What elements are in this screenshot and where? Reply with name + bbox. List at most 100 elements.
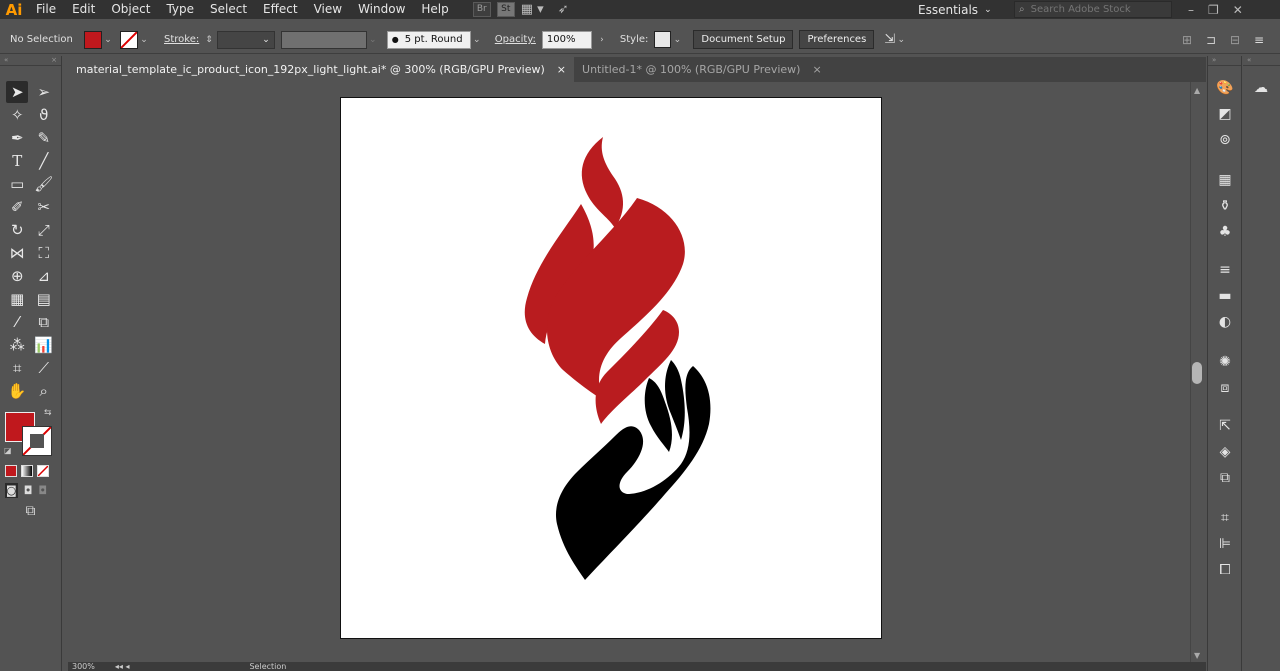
screen-mode-icon[interactable]: ⧉ bbox=[26, 503, 36, 519]
profile-dropdown-icon[interactable]: ⌄ bbox=[367, 35, 379, 45]
symbol-sprayer-tool-icon[interactable]: ⁂ bbox=[6, 334, 28, 356]
workspace-switcher[interactable]: Essentials ⌄ bbox=[918, 0, 992, 19]
close-tab-icon[interactable]: × bbox=[557, 63, 566, 76]
tab-material-template[interactable]: material_template_ic_product_icon_192px_… bbox=[68, 57, 575, 82]
style-dropdown-icon[interactable]: ⌄ bbox=[671, 35, 683, 45]
scale-tool-icon[interactable]: ⤢ bbox=[33, 219, 55, 241]
artboard[interactable] bbox=[340, 97, 882, 639]
stroke-panel-icon[interactable]: ≡ bbox=[1213, 260, 1237, 280]
close-icon[interactable]: × bbox=[51, 56, 57, 65]
none-mode-icon[interactable] bbox=[37, 465, 49, 477]
magic-wand-tool-icon[interactable]: ✧ bbox=[6, 104, 28, 126]
column-graph-tool-icon[interactable]: 📊 bbox=[33, 334, 55, 356]
arrange-documents-icon[interactable]: ▦ ▾ bbox=[521, 2, 544, 17]
shaper-tool-icon[interactable]: ✐ bbox=[6, 196, 28, 218]
panel-dock-secondary-grip[interactable]: « bbox=[1243, 56, 1280, 66]
opacity-label[interactable]: Opacity: bbox=[489, 34, 542, 45]
layers-panel-icon[interactable]: ◈ bbox=[1213, 442, 1237, 462]
brush-definition-field[interactable]: ● 5 pt. Round bbox=[386, 30, 471, 49]
color-panel-icon[interactable]: 🎨 bbox=[1213, 78, 1237, 98]
collapse-icon[interactable]: « bbox=[1247, 56, 1251, 65]
scissors-tool-icon[interactable]: ✂ bbox=[33, 196, 55, 218]
color-guide-icon[interactable]: ◩ bbox=[1213, 104, 1237, 124]
scroll-up-icon[interactable]: ▲ bbox=[1194, 86, 1200, 95]
graphic-styles-panel-icon[interactable]: ⧈ bbox=[1213, 378, 1237, 398]
artboards-panel-icon[interactable]: ⧉ bbox=[1213, 468, 1237, 488]
asset-export-panel-icon[interactable]: ⇱ bbox=[1213, 416, 1237, 436]
default-fill-stroke-icon[interactable]: ◪ bbox=[4, 446, 12, 455]
menu-edit[interactable]: Edit bbox=[64, 0, 103, 19]
gradient-panel-icon[interactable]: ▬ bbox=[1213, 286, 1237, 306]
variable-width-profile[interactable] bbox=[280, 30, 367, 49]
search-stock-input[interactable] bbox=[1030, 4, 1161, 15]
pathfinder-panel-icon[interactable]: ⧠ bbox=[1213, 560, 1237, 580]
graphic-style-swatch[interactable] bbox=[654, 31, 672, 48]
align-panel-icon[interactable]: ⊫ bbox=[1213, 534, 1237, 554]
stroke-stepper-icon[interactable]: ⇕ bbox=[205, 35, 213, 45]
gpu-performance-icon[interactable]: ➶ bbox=[558, 2, 569, 17]
arrange-dropdown-icon[interactable]: ⌄ bbox=[895, 35, 907, 45]
free-transform-tool-icon[interactable]: ⛶ bbox=[33, 242, 55, 264]
creative-cloud-libraries-icon[interactable]: ☁ bbox=[1249, 78, 1273, 98]
bridge-button[interactable]: Br bbox=[472, 2, 491, 17]
menu-file[interactable]: File bbox=[28, 0, 64, 19]
scroll-down-icon[interactable]: ▼ bbox=[1194, 651, 1200, 660]
draw-normal-icon[interactable]: ◙ bbox=[5, 482, 18, 498]
width-tool-icon[interactable]: ⋈ bbox=[6, 242, 28, 264]
swap-fill-stroke-icon[interactable]: ⇆ bbox=[44, 408, 52, 418]
stock-button[interactable]: St bbox=[496, 2, 515, 17]
brushes-panel-icon[interactable]: ⚱ bbox=[1213, 196, 1237, 216]
menu-help[interactable]: Help bbox=[413, 0, 456, 19]
minimize-icon[interactable]: – bbox=[1188, 3, 1194, 17]
menu-window[interactable]: Window bbox=[350, 0, 413, 19]
arrange-icon[interactable]: ⇲ bbox=[884, 32, 895, 47]
rotate-tool-icon[interactable]: ↻ bbox=[6, 219, 28, 241]
symbols-panel-icon[interactable]: ♣ bbox=[1213, 222, 1237, 242]
close-tab-icon[interactable]: × bbox=[812, 63, 821, 76]
document-setup-button[interactable]: Document Setup bbox=[693, 30, 794, 49]
zoom-level[interactable]: 300% bbox=[72, 662, 95, 671]
panel-dock-grip[interactable]: » bbox=[1208, 56, 1241, 66]
draw-inside-icon[interactable]: ◘ bbox=[38, 484, 47, 497]
swatches-panel-icon[interactable]: ▦ bbox=[1213, 170, 1237, 190]
transparency-panel-icon[interactable]: ◐ bbox=[1213, 312, 1237, 332]
brush-dropdown-icon[interactable]: ⌄ bbox=[471, 35, 483, 45]
stroke-swatch[interactable] bbox=[120, 30, 138, 49]
stroke-dropdown-icon[interactable]: ⌄ bbox=[138, 35, 150, 45]
preferences-button[interactable]: Preferences bbox=[799, 30, 875, 49]
vertical-scroll-thumb[interactable] bbox=[1192, 362, 1202, 384]
artboard-tool-icon[interactable]: ⌗ bbox=[6, 357, 28, 379]
draw-behind-icon[interactable]: ◘ bbox=[24, 484, 33, 497]
rectangle-tool-icon[interactable]: ▭ bbox=[6, 173, 28, 195]
close-icon[interactable]: ✕ bbox=[1233, 3, 1243, 17]
menu-type[interactable]: Type bbox=[158, 0, 202, 19]
perspective-grid-tool-icon[interactable]: ⊿ bbox=[33, 265, 55, 287]
blend-tool-icon[interactable]: ⧉ bbox=[33, 311, 55, 333]
mesh-tool-icon[interactable]: ▦ bbox=[6, 288, 28, 310]
menu-view[interactable]: View bbox=[306, 0, 350, 19]
appearance-panel-icon[interactable]: ✺ bbox=[1213, 352, 1237, 372]
menu-select[interactable]: Select bbox=[202, 0, 255, 19]
tab-untitled-1[interactable]: Untitled-1* @ 100% (RGB/GPU Preview) × bbox=[574, 57, 830, 82]
zoom-tool-icon[interactable]: ⌕ bbox=[33, 380, 55, 402]
restore-icon[interactable]: ❐ bbox=[1208, 3, 1219, 17]
gradient-mode-icon[interactable] bbox=[21, 465, 33, 477]
fill-dropdown-icon[interactable]: ⌄ bbox=[102, 35, 114, 45]
pen-tool-icon[interactable]: ✒ bbox=[6, 127, 28, 149]
panel-menu-icon[interactable]: ≡ bbox=[1254, 33, 1264, 47]
tools-panel-grip[interactable]: «× bbox=[0, 56, 61, 66]
hand-tool-icon[interactable]: ✋ bbox=[6, 380, 28, 402]
stroke-weight-field[interactable]: ⌄ bbox=[216, 30, 275, 49]
collapse-icon[interactable]: « bbox=[4, 56, 8, 65]
stroke-label[interactable]: Stroke: bbox=[158, 34, 205, 45]
color-themes-icon[interactable]: ⊚ bbox=[1213, 130, 1237, 150]
lasso-tool-icon[interactable]: ϑ bbox=[33, 104, 55, 126]
direct-selection-tool-icon[interactable]: ➢ bbox=[33, 81, 55, 103]
artboard-nav-icon[interactable]: ◂◂ ◂ bbox=[115, 662, 130, 671]
shape-builder-tool-icon[interactable]: ⊕ bbox=[6, 265, 28, 287]
stroke-color-swatch[interactable] bbox=[22, 426, 52, 456]
eyedropper-tool-icon[interactable]: ⁄ bbox=[6, 311, 28, 333]
isolate-icon[interactable]: ⊟ bbox=[1230, 33, 1240, 47]
flame-hand-artwork[interactable] bbox=[341, 98, 881, 638]
gradient-tool-icon[interactable]: ▤ bbox=[33, 288, 55, 310]
